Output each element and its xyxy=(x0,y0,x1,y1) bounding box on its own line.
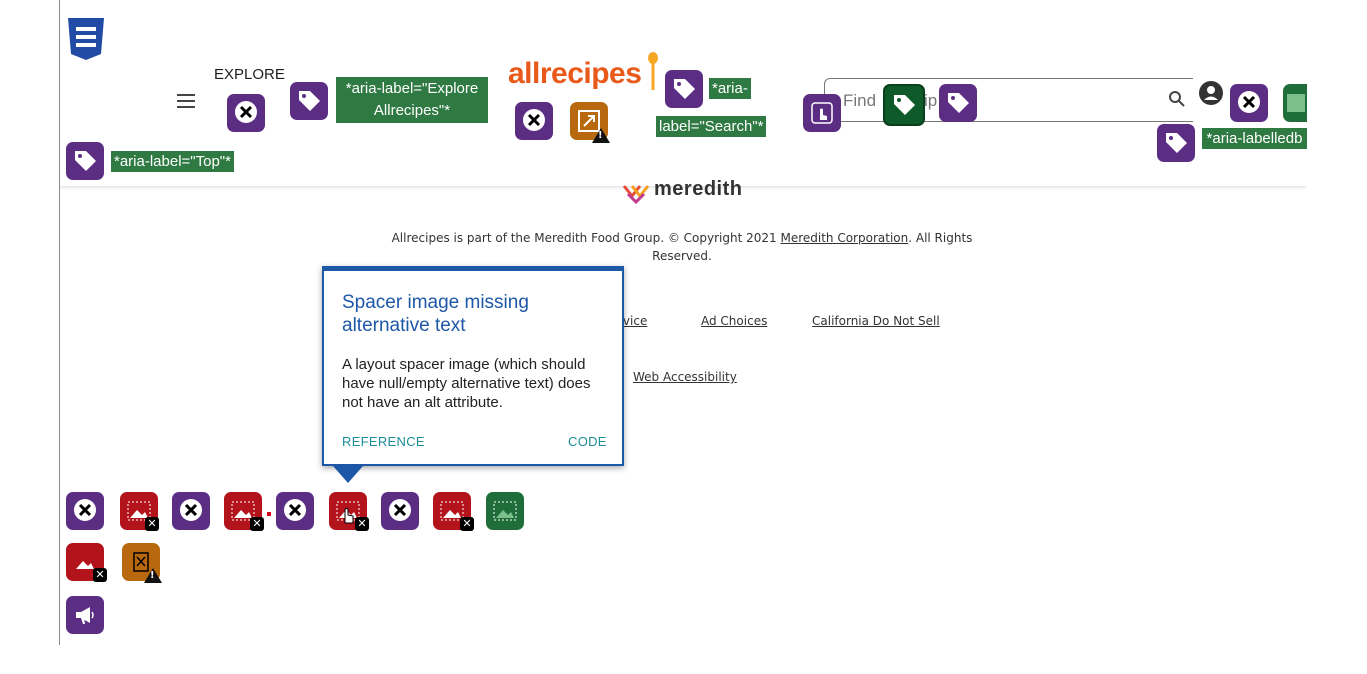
allrecipes-logo[interactable]: allrecipes xyxy=(508,57,642,91)
popup-body: A layout spacer image (which should have… xyxy=(342,356,591,411)
image-icon[interactable] xyxy=(486,492,524,530)
hamburger-menu-icon[interactable] xyxy=(177,94,195,108)
aria-label-explore: *aria-label="Explore Allrecipes"* xyxy=(336,77,488,123)
hand-cursor-icon xyxy=(340,506,356,524)
aria-tag-icon[interactable] xyxy=(1157,124,1195,162)
error-x-icon: ✕ xyxy=(93,568,107,582)
error-x-icon[interactable] xyxy=(172,492,210,530)
tabindex-hand-icon[interactable] xyxy=(803,94,841,132)
meredith-brand: meredith xyxy=(654,178,743,200)
error-x-icon[interactable] xyxy=(381,492,419,530)
aria-tag-icon[interactable] xyxy=(883,84,925,126)
search-placeholder: Find xyxy=(843,91,877,110)
error-x-icon: ✕ xyxy=(460,517,474,531)
explore-label[interactable]: EXPLORE xyxy=(214,66,285,83)
error-x-icon[interactable] xyxy=(515,102,553,140)
search-icon[interactable] xyxy=(1168,90,1186,108)
css3-icon[interactable] xyxy=(66,18,106,60)
error-x-icon[interactable] xyxy=(1230,84,1268,122)
aria-live-megaphone-icon[interactable] xyxy=(66,596,104,634)
wave-info-popup: Spacer image missing alternative text A … xyxy=(322,266,624,466)
error-x-icon[interactable] xyxy=(66,492,104,530)
image-icon[interactable] xyxy=(1283,84,1307,122)
california-do-not-sell-link[interactable]: California Do Not Sell xyxy=(812,314,940,328)
reference-link[interactable]: REFERENCE xyxy=(342,434,425,449)
web-accessibility-link[interactable]: Web Accessibility xyxy=(633,370,737,384)
user-account-icon[interactable] xyxy=(1199,81,1223,105)
error-x-icon: ✕ xyxy=(250,517,264,531)
meredith-logo-mark xyxy=(622,182,650,205)
page-left-border xyxy=(59,0,60,645)
error-x-icon[interactable] xyxy=(276,492,314,530)
aria-tag-icon[interactable] xyxy=(290,82,328,120)
spoon-logo-mark xyxy=(648,52,658,90)
error-x-icon: ✕ xyxy=(355,517,369,531)
error-x-icon[interactable] xyxy=(227,94,265,132)
alert-warning-icon: ! xyxy=(598,130,603,141)
spacer-dot-icon xyxy=(267,512,271,516)
alert-warning-icon: ! xyxy=(150,570,155,581)
search-input[interactable] xyxy=(824,78,1193,122)
error-x-icon: ✕ xyxy=(145,517,159,531)
copyright-text: Allrecipes is part of the Meredith Food … xyxy=(380,229,984,265)
search-placeholder-tail: ip xyxy=(924,91,938,110)
meredith-corporation-link[interactable]: Meredith Corporation xyxy=(780,231,908,245)
copyright-prefix: Allrecipes is part of the Meredith Food … xyxy=(391,231,781,245)
aria-tag-icon[interactable] xyxy=(665,70,703,108)
aria-label-search-line1: *aria- xyxy=(709,78,751,99)
aria-label-search-line2: label="Search"* xyxy=(656,116,767,137)
aria-labelledby-label: *aria-labelledb xyxy=(1202,128,1307,149)
code-link[interactable]: CODE xyxy=(568,434,607,449)
aria-tag-icon[interactable] xyxy=(66,142,104,180)
aria-tag-icon[interactable] xyxy=(939,84,977,122)
aria-label-top: *aria-label="Top"* xyxy=(111,151,234,172)
popup-title: Spacer image missing alternative text xyxy=(342,292,529,336)
ad-choices-link[interactable]: Ad Choices xyxy=(701,314,767,328)
popup-pointer xyxy=(333,466,363,483)
